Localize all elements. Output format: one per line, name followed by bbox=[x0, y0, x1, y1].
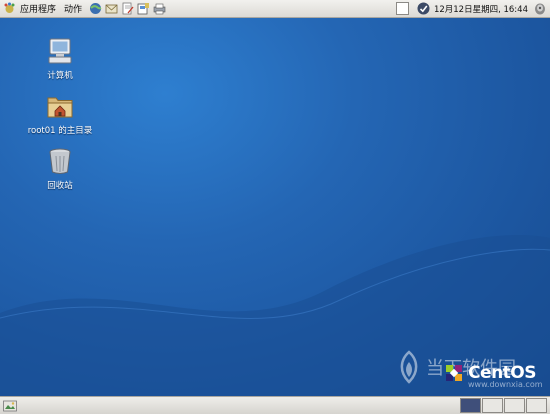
workspace-4[interactable] bbox=[526, 398, 547, 413]
desktop[interactable]: 计算机 root01 的主目录 回收站 当下软件园 www.downxia.co… bbox=[0, 18, 550, 396]
desktop-icon-home[interactable]: root01 的主目录 bbox=[20, 91, 100, 136]
desktop-icon-trash[interactable]: 回收站 bbox=[20, 146, 100, 191]
text-editor-icon[interactable] bbox=[121, 2, 134, 15]
clock[interactable]: 12月12日星期四, 16:44 bbox=[434, 3, 528, 15]
trash-icon bbox=[49, 148, 71, 174]
desktop-icon-label: 回收站 bbox=[47, 181, 73, 191]
menu-actions[interactable]: 动作 bbox=[60, 2, 86, 15]
web-browser-icon[interactable] bbox=[89, 2, 102, 15]
update-check-icon[interactable] bbox=[417, 2, 430, 15]
desktop-icon-label: root01 的主目录 bbox=[27, 126, 93, 136]
desktop-icon-label: 计算机 bbox=[47, 71, 73, 81]
centos-logo: CentOS bbox=[443, 362, 536, 384]
mail-icon[interactable] bbox=[105, 2, 118, 15]
office-icon[interactable] bbox=[137, 2, 150, 15]
workspace-2[interactable] bbox=[482, 398, 503, 413]
notification-area[interactable] bbox=[395, 2, 409, 15]
centos-logo-icon bbox=[446, 365, 463, 381]
watermark-logo-icon bbox=[400, 350, 418, 384]
home-folder-icon bbox=[47, 97, 73, 118]
bottom-panel bbox=[0, 396, 550, 414]
foot-menu-icon[interactable] bbox=[3, 2, 16, 15]
workspace-switcher bbox=[459, 398, 547, 413]
top-panel: 应用程序 动作 12月12日星期四, 16:44 bbox=[0, 0, 550, 18]
workspace-1[interactable] bbox=[460, 398, 481, 413]
show-desktop-icon[interactable] bbox=[3, 400, 17, 412]
brand-text: CentOS bbox=[468, 363, 536, 383]
volume-icon[interactable] bbox=[534, 3, 546, 15]
printer-icon[interactable] bbox=[153, 2, 166, 15]
desktop-icon-computer[interactable]: 计算机 bbox=[20, 36, 100, 81]
workspace-3[interactable] bbox=[504, 398, 525, 413]
menu-applications[interactable]: 应用程序 bbox=[16, 2, 60, 15]
computer-icon bbox=[48, 38, 72, 64]
